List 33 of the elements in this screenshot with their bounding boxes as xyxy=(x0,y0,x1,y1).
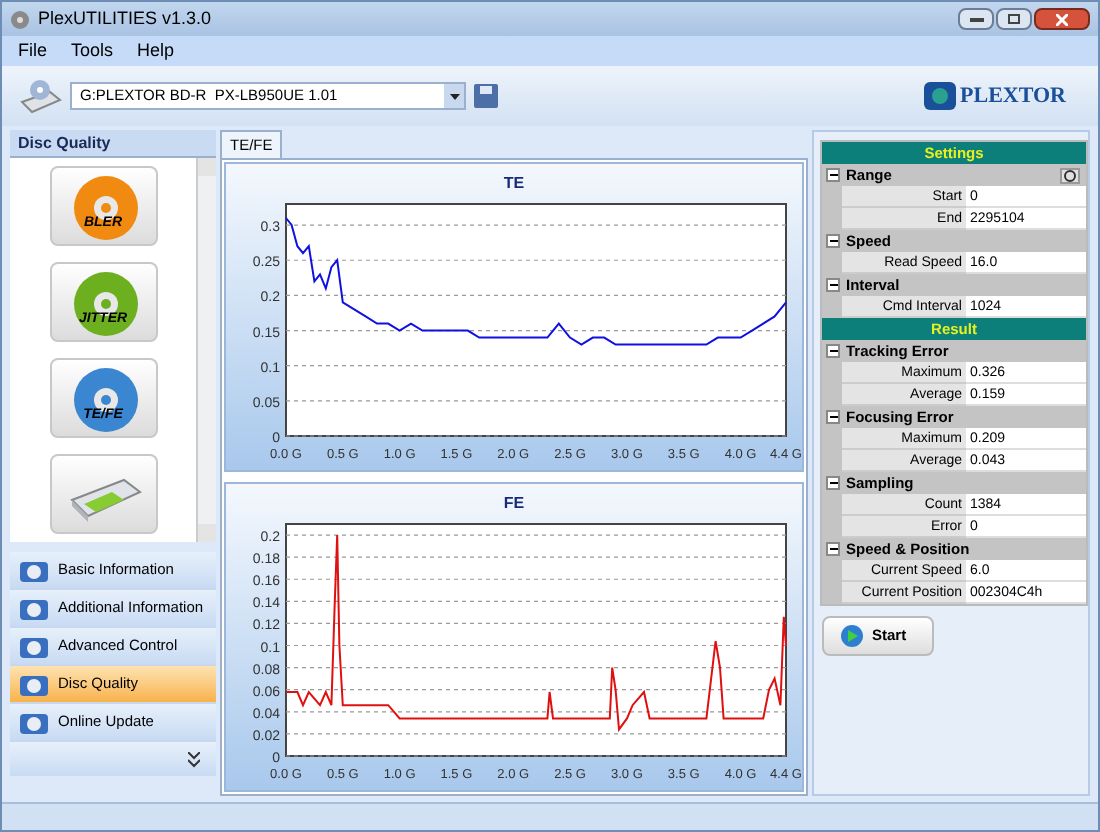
menu-item[interactable]: Tools xyxy=(71,37,114,65)
sidebar-header: Disc Quality xyxy=(10,130,216,158)
logo-icon xyxy=(924,82,957,110)
menu-item[interactable]: Help xyxy=(137,37,175,65)
maximize-button[interactable] xyxy=(996,8,1032,30)
menu-item[interactable]: File xyxy=(18,37,48,65)
collapse-toggle[interactable] xyxy=(826,542,840,556)
drive-icon xyxy=(18,76,62,116)
chevron-icon[interactable] xyxy=(188,751,200,767)
collapse-toggle[interactable] xyxy=(826,344,840,358)
collapse-toggle[interactable] xyxy=(826,234,840,248)
chart-title: FE xyxy=(503,492,525,516)
plextor-logo: PLEXTOR xyxy=(924,79,1066,113)
chart-title: TE xyxy=(503,172,525,196)
play-icon xyxy=(840,624,864,648)
scrollbar[interactable] xyxy=(196,158,216,542)
disc-icon xyxy=(71,174,139,242)
minimize-button[interactable] xyxy=(958,8,994,30)
collapse-toggle[interactable] xyxy=(826,410,840,424)
save-icon[interactable] xyxy=(474,84,498,108)
collapse-toggle[interactable] xyxy=(826,278,840,292)
close-icon xyxy=(1056,13,1068,25)
disc-icon xyxy=(71,366,139,434)
caret-icon xyxy=(449,93,459,99)
app-icon xyxy=(10,9,30,29)
close-button[interactable] xyxy=(1034,8,1090,30)
test-button[interactable] xyxy=(49,454,157,534)
gear-icon xyxy=(1064,169,1076,181)
disc-icon xyxy=(71,270,139,338)
collapse-toggle[interactable] xyxy=(826,476,840,490)
collapse-toggle[interactable] xyxy=(826,168,840,182)
options-button[interactable] xyxy=(1060,167,1080,183)
window-title: PlexUTILITIES v1.3.0 xyxy=(38,5,214,32)
